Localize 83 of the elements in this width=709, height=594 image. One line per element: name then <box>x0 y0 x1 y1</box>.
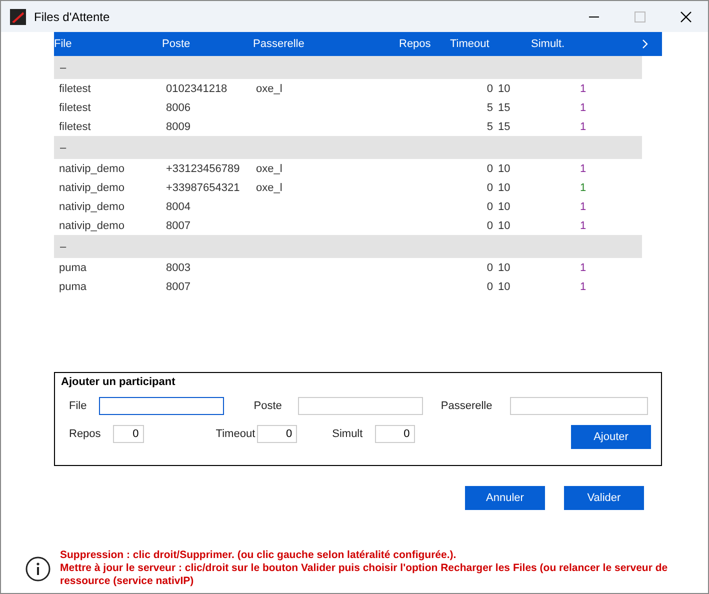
table-cell-text: filetest <box>59 120 92 132</box>
table-cell: oxe_l <box>256 162 282 174</box>
table-cell-text: 0 <box>486 162 494 174</box>
validate-button[interactable]: Valider <box>564 486 644 510</box>
table-cell-text: 5 <box>486 102 494 114</box>
table-cell-text: 0 <box>486 280 494 292</box>
timeout-input[interactable]: 0 <box>257 425 298 443</box>
table-cell-text: 0 <box>486 182 494 194</box>
poste-input[interactable] <box>298 397 423 415</box>
table-cell-text: 8007 <box>166 220 192 232</box>
column-header[interactable]: File <box>54 38 162 50</box>
cancel-button[interactable]: Annuler <box>465 486 545 510</box>
table-cell-text: 1 <box>580 200 588 212</box>
field-label: Repos <box>69 428 101 440</box>
table-cell-text: 5 <box>486 120 494 132</box>
table-cell-text: 8007 <box>166 280 192 292</box>
group-row[interactable]: – <box>54 136 642 159</box>
table-cell: oxe_l <box>256 182 282 194</box>
column-header[interactable]: Timeout <box>445 38 531 50</box>
table-cell-text: nativip_demo <box>59 182 126 194</box>
table-cell-text: 0 <box>486 220 494 232</box>
table-cell-text: +33987654321 <box>166 182 241 194</box>
column-header[interactable]: Passerelle <box>253 38 355 50</box>
table-cell-text: 10 <box>498 280 512 292</box>
table-cell-text: 1 <box>580 120 588 132</box>
table-cell-text: 8006 <box>166 102 192 114</box>
column-header[interactable]: Poste <box>162 38 253 50</box>
table-cell-text: +33123456789 <box>166 162 241 174</box>
collapse-toggle[interactable]: – <box>60 142 66 154</box>
table-cell-text: 0 <box>486 200 494 212</box>
table-cell-text: 10 <box>498 220 512 232</box>
table-cell-text: 1 <box>580 82 588 94</box>
table-cell-text: nativip_demo <box>59 162 126 174</box>
collapse-toggle[interactable]: – <box>60 240 66 252</box>
simult-input[interactable]: 0 <box>374 425 415 443</box>
table-cell-text: puma <box>59 280 88 292</box>
table-cell-text: 1 <box>580 262 588 274</box>
table-cell-text: filetest <box>59 102 92 114</box>
app-icon <box>10 8 26 24</box>
table-cell-text: 0 <box>486 262 494 274</box>
close-icon[interactable] <box>680 10 692 22</box>
table-cell-text: 10 <box>498 182 512 194</box>
panel-title: Ajouter un participant <box>61 376 176 388</box>
repos-input[interactable]: 0 <box>112 425 144 443</box>
field-label: File <box>69 400 87 412</box>
table-cell-text: 1 <box>580 182 588 194</box>
table-cell-text: nativip_demo <box>59 200 126 212</box>
add-button[interactable]: Ajouter <box>571 425 651 449</box>
table-cell-text: filetest <box>59 82 92 94</box>
table-cell-text: 15 <box>498 102 512 114</box>
field-label: Passerelle <box>440 400 492 412</box>
table-cell-text: 10 <box>498 162 512 174</box>
table-cell-text: 1 <box>580 280 588 292</box>
passerelle-input[interactable] <box>510 397 648 415</box>
table-cell-text: 0 <box>486 82 494 94</box>
table-cell-text: 10 <box>498 82 512 94</box>
window-title: Files d'Attente <box>34 10 110 24</box>
table-cell-text: 1 <box>580 220 588 232</box>
table-cell-text: 8003 <box>166 262 192 274</box>
group-row[interactable]: – <box>54 235 642 258</box>
table-cell-text: 1 <box>580 162 588 174</box>
table-cell-text: 10 <box>498 262 512 274</box>
table-cell-text: puma <box>59 262 88 274</box>
table-cell-text: 1 <box>580 102 588 114</box>
table-cell: oxe_l <box>256 82 282 94</box>
chevron-right-icon[interactable] <box>640 38 648 50</box>
field-label: Poste <box>254 400 282 412</box>
collapse-toggle[interactable]: – <box>60 62 66 74</box>
info-text: Mettre à jour le serveur : clic/droit sur le bouton Valider puis choisir l'option Recharger les Files (ou relancer le serveur de ressource (service nativIP) <box>60 562 669 588</box>
table-cell-text: nativip_demo <box>59 220 126 232</box>
table-cell-text: 15 <box>498 120 512 132</box>
table-cell-text: 10 <box>498 200 512 212</box>
column-header[interactable]: Repos <box>355 38 445 50</box>
file-input[interactable] <box>98 397 224 415</box>
info-icon <box>25 556 51 582</box>
field-label: Timeout <box>216 428 256 440</box>
table-cell-text: 8009 <box>166 120 192 132</box>
field-label: Simult <box>332 428 363 440</box>
column-header[interactable]: Simult. <box>531 38 627 50</box>
table-cell-text: 8004 <box>166 200 192 212</box>
group-row[interactable]: – <box>54 56 642 79</box>
info-text: Suppression : clic droit/Supprimer. (ou clic gauche selon latéralité configurée.). <box>60 549 458 562</box>
table-cell-text: 0102341218 <box>166 82 228 94</box>
